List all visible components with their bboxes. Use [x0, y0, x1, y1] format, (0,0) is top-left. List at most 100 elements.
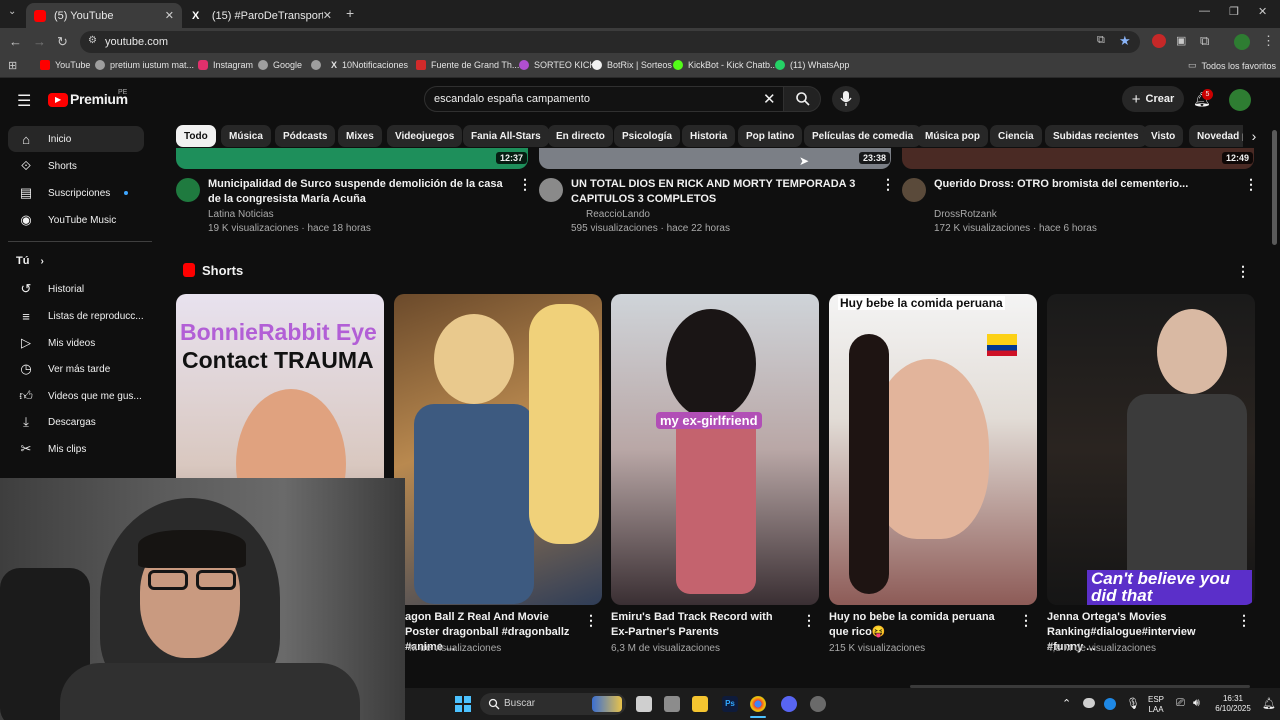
- short-title[interactable]: Huy no bebe la comida peruana que rico😝: [829, 610, 1009, 640]
- page-scrollbar[interactable]: [1272, 130, 1277, 245]
- short-thumbnail[interactable]: [394, 294, 602, 605]
- more-options-icon[interactable]: ⋮: [881, 176, 895, 193]
- new-tab-button[interactable]: +: [346, 5, 354, 21]
- close-icon[interactable]: ✕: [323, 9, 332, 22]
- sidebar-item-ver-mas-tarde[interactable]: ◷ Ver más tarde: [8, 356, 144, 382]
- restore-icon[interactable]: ❐: [1229, 5, 1239, 18]
- more-options-icon[interactable]: ⋮: [584, 612, 598, 629]
- profile-avatar[interactable]: [1234, 34, 1250, 50]
- sidebar-item-inicio[interactable]: ⌂ Inicio: [8, 126, 144, 152]
- notification-center-icon[interactable]: 🔔︎: [1262, 697, 1276, 710]
- close-icon[interactable]: ✕: [165, 9, 174, 22]
- channel-avatar[interactable]: [902, 178, 926, 202]
- short-thumbnail[interactable]: my ex-girlfriend: [611, 294, 819, 605]
- extension-icon[interactable]: [1152, 34, 1166, 48]
- bookmark-item[interactable]: Google: [258, 60, 302, 70]
- hamburger-menu-icon[interactable]: ☰: [17, 91, 31, 111]
- chip[interactable]: En directo: [548, 125, 613, 147]
- sidebar-item-historial[interactable]: ↺ Historial: [8, 276, 144, 302]
- short-title[interactable]: Emiru's Bad Track Record with Ex-Partner…: [611, 610, 791, 640]
- more-options-icon[interactable]: ⋮: [518, 176, 532, 193]
- back-icon[interactable]: ←: [9, 34, 22, 49]
- video-title[interactable]: UN TOTAL DIOS EN RICK AND MORTY TEMPORAD…: [571, 177, 861, 207]
- discord-icon[interactable]: [781, 696, 797, 712]
- short-thumbnail[interactable]: Can't believe you did that: [1047, 294, 1255, 605]
- chrome-icon[interactable]: [750, 696, 766, 712]
- tray-app-icon[interactable]: [1104, 698, 1116, 710]
- windows-start-icon[interactable]: [455, 696, 471, 712]
- taskbar-search[interactable]: Buscar: [480, 693, 626, 715]
- bookmark-item[interactable]: BotRix | Sorteos: [592, 60, 672, 70]
- task-view-icon[interactable]: [636, 696, 652, 712]
- app-icon[interactable]: [664, 696, 680, 712]
- search-button[interactable]: [783, 86, 821, 112]
- video-title[interactable]: Querido Dross: OTRO bromista del cemente…: [934, 177, 1224, 192]
- bookmark-item[interactable]: YouTube: [40, 60, 90, 70]
- tab-list-icon[interactable]: ⌄: [8, 6, 16, 17]
- all-favorites[interactable]: ▭ Todos los favoritos: [1188, 60, 1276, 71]
- minimize-icon[interactable]: —: [1199, 5, 1210, 17]
- video-thumbnail[interactable]: [902, 148, 1254, 169]
- cast-icon[interactable]: ⧉: [1097, 34, 1105, 47]
- bookmark-item[interactable]: pretium iustum mat...: [95, 60, 194, 70]
- chip[interactable]: Música pop: [917, 125, 989, 147]
- chip[interactable]: Música: [221, 125, 271, 147]
- you-section-header[interactable]: Tú ›: [16, 255, 44, 267]
- bookmark-item[interactable]: SORTEO KICK: [519, 60, 595, 70]
- chip[interactable]: Pódcasts: [275, 125, 336, 147]
- bookmark-item[interactable]: [311, 60, 326, 70]
- photoshop-icon[interactable]: Ps: [722, 696, 738, 712]
- chip[interactable]: Fania All-Stars: [463, 125, 549, 147]
- bookmark-item[interactable]: Instagram: [198, 60, 253, 70]
- language-indicator[interactable]: ESP LAA: [1148, 695, 1164, 715]
- star-icon[interactable]: ★: [1119, 33, 1131, 49]
- app-icon[interactable]: [810, 696, 826, 712]
- sidebar-item-youtube-music[interactable]: ◉ YouTube Music: [8, 207, 144, 233]
- sidebar-item-listas[interactable]: ≡ Listas de reproducc...: [8, 303, 144, 329]
- site-info-icon[interactable]: ⚙: [88, 35, 97, 46]
- bookmark-item[interactable]: Fuente de Grand Th...: [416, 60, 519, 70]
- chip[interactable]: Visto: [1143, 125, 1184, 147]
- reload-icon[interactable]: ↻: [57, 34, 68, 50]
- onedrive-icon[interactable]: [1083, 698, 1095, 708]
- shorts-more-options-icon[interactable]: ⋮: [1236, 263, 1250, 280]
- chip[interactable]: Historia: [682, 125, 736, 147]
- chip-todo[interactable]: Todo: [176, 125, 216, 147]
- chip[interactable]: Ciencia: [990, 125, 1042, 147]
- microphone-tray-icon[interactable]: 🎙︎: [1126, 697, 1140, 710]
- sidebar-item-suscripciones[interactable]: ▤ Suscripciones: [8, 180, 144, 206]
- more-options-icon[interactable]: ⋮: [1244, 176, 1258, 193]
- channel-name[interactable]: ReaccioLando: [586, 209, 650, 220]
- channel-avatar[interactable]: [176, 178, 200, 202]
- channel-avatar[interactable]: [539, 178, 563, 202]
- sidebar-item-shorts[interactable]: ⟐ Shorts: [8, 153, 144, 179]
- chip[interactable]: Subidas recientes: [1045, 125, 1147, 147]
- channel-name[interactable]: DrossRotzank: [934, 209, 997, 220]
- tray-chevron-icon[interactable]: ⌃: [1062, 697, 1071, 710]
- chip[interactable]: Pop latino: [738, 125, 803, 147]
- tab-youtube[interactable]: (5) YouTube ✕: [26, 3, 182, 28]
- more-options-icon[interactable]: ⋮: [1019, 612, 1033, 629]
- chip[interactable]: Psicología: [614, 125, 681, 147]
- youtube-logo-icon[interactable]: ▶: [48, 93, 68, 107]
- chips-next-chevron-icon[interactable]: ›: [1243, 125, 1265, 147]
- sidebar-item-mis-videos[interactable]: ▷ Mis videos: [8, 330, 144, 356]
- create-button[interactable]: + Crear: [1122, 86, 1184, 112]
- bookmark-item[interactable]: KickBot - Kick Chatb...: [673, 60, 778, 70]
- file-explorer-icon[interactable]: [692, 696, 708, 712]
- more-options-icon[interactable]: ⋮: [1237, 612, 1251, 629]
- video-thumbnail[interactable]: [176, 148, 528, 169]
- chip[interactable]: Videojuegos: [387, 125, 463, 147]
- chip[interactable]: Mixes: [338, 125, 382, 147]
- chip[interactable]: Películas de comedia: [804, 125, 922, 147]
- sidebar-item-descargas[interactable]: ⤓ Descargas: [8, 409, 144, 435]
- clear-search-icon[interactable]: ✕: [763, 90, 776, 108]
- tab-x-search[interactable]: X (15) #ParoDeTransporte - Busca ✕: [184, 3, 340, 28]
- menu-kebab-icon[interactable]: ⋮: [1262, 33, 1275, 49]
- sidebar-item-mis-clips[interactable]: ✂ Mis clips: [8, 436, 144, 462]
- channel-name[interactable]: Latina Noticias: [208, 209, 274, 220]
- chip[interactable]: Novedad p: [1189, 125, 1249, 147]
- extensions-puzzle-icon[interactable]: ⧉: [1200, 33, 1209, 49]
- video-thumbnail[interactable]: [539, 148, 891, 169]
- more-options-icon[interactable]: ⋮: [802, 612, 816, 629]
